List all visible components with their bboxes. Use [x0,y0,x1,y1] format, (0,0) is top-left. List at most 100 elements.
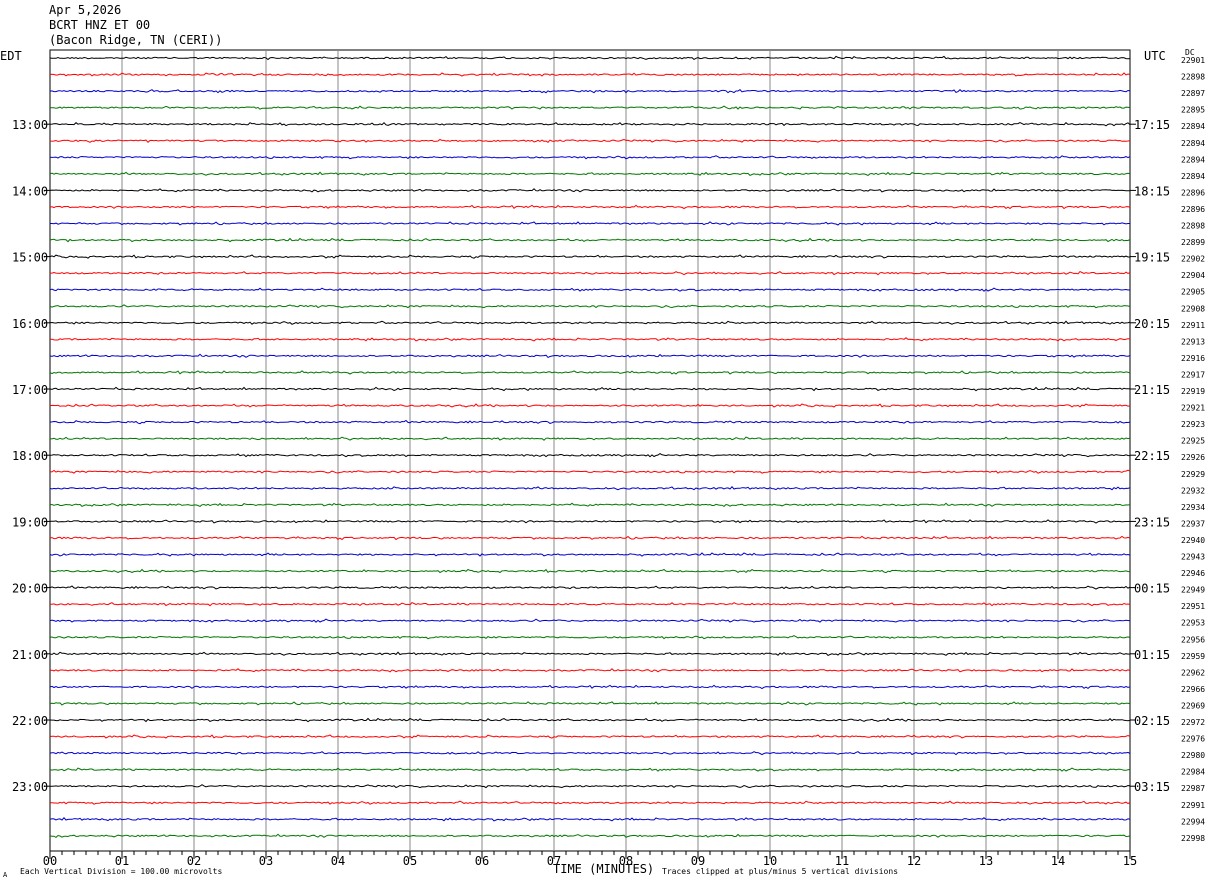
dc-offset-label: 22921 [1181,404,1205,413]
edt-hour-label: 16:00 [12,317,48,331]
dc-offset-label: 22949 [1181,586,1205,595]
dc-offset-label: 22894 [1181,155,1205,164]
dc-offset-label: 22916 [1181,354,1205,363]
x-tick-label: 09 [691,854,705,868]
utc-hour-label: 22:15 [1134,449,1170,463]
utc-hour-label: 17:15 [1134,118,1170,132]
helicorder-plot: 22901 22898 22897 22895 22894 22894 22894 22894… [12,49,1205,868]
seismic-trace [49,519,1131,524]
seismic-trace [49,436,1131,441]
edt-hour-label: 14:00 [12,184,48,198]
dc-offset-label: 22994 [1181,817,1205,826]
dc-offset-label: 22932 [1181,486,1205,495]
dc-offset-label: 22898 [1181,222,1205,231]
x-tick-label: 15 [1123,854,1137,868]
edt-hour-label: 15:00 [12,251,48,265]
dc-offset-label: 22943 [1181,553,1205,562]
dc-offset-label: 22929 [1181,470,1205,479]
dc-offset-label: 22951 [1181,602,1205,611]
edt-hour-label: 13:00 [12,118,48,132]
seismic-trace [49,684,1131,690]
dc-offset-label: 22894 [1181,139,1205,148]
seismic-trace [49,751,1131,756]
dc-offset-label: 22991 [1181,801,1205,810]
x-tick-label: 06 [475,854,489,868]
seismic-trace [49,833,1131,839]
seismic-trace [49,138,1131,144]
seismic-trace [49,353,1131,359]
seismic-trace [49,55,1131,61]
seismic-trace [49,717,1131,723]
seismic-trace [49,668,1131,673]
dc-offset-label: 22980 [1181,751,1205,760]
seismic-trace [49,337,1131,342]
x-tick-label: 05 [403,854,417,868]
seismic-trace [49,204,1131,210]
x-tick-label: 14 [1051,854,1065,868]
seismic-trace [49,618,1131,623]
dc-offset-label: 22902 [1181,255,1205,264]
dc-offset-label: 22894 [1181,172,1205,181]
seismic-trace [49,386,1131,392]
dc-offset-label: 22905 [1181,288,1205,297]
dc-offset-label: 22899 [1181,238,1205,247]
utc-hour-label: 18:15 [1134,184,1170,198]
edt-hour-label: 22:00 [12,714,48,728]
dc-offset-label: 22969 [1181,702,1205,711]
edt-hour-label: 20:00 [12,582,48,596]
dc-offset-label: 22953 [1181,619,1205,628]
clip-note: Traces clipped at plus/minus 5 vertical … [662,867,899,876]
seismic-trace [49,419,1131,425]
edt-hour-label: 21:00 [12,648,48,662]
utc-hour-label: 21:15 [1134,383,1170,397]
dc-offset-label: 22904 [1181,271,1205,280]
x-tick-label: 12 [907,854,921,868]
x-tick-label: 00 [43,854,57,868]
x-axis-label: TIME (MINUTES) [553,862,655,876]
plot-frame [49,49,1131,852]
dc-offset-label: 22956 [1181,635,1205,644]
dc-offset-label: 22898 [1181,73,1205,82]
seismic-trace [49,767,1131,772]
seismic-trace [49,453,1131,458]
dc-offset-label: 22911 [1181,321,1205,330]
seismic-trace [49,469,1131,474]
dc-offset-label: 22896 [1181,188,1205,197]
dc-offset-label: 22919 [1181,387,1205,396]
seismic-trace [49,502,1131,508]
seismic-trace [49,121,1131,127]
seismic-trace [49,155,1131,160]
utc-hour-label: 01:15 [1134,648,1170,662]
dc-offset-label: 22897 [1181,89,1205,98]
corner-mark: A [3,871,8,879]
x-tick-label: 01 [115,854,129,868]
seismic-trace [49,552,1131,557]
edt-hour-label: 18:00 [12,449,48,463]
seismic-trace [49,89,1131,94]
utc-hour-label: 00:15 [1134,582,1170,596]
dc-offset-label: 22962 [1181,668,1205,677]
utc-hour-label: 19:15 [1134,251,1170,265]
seismic-trace [49,105,1131,110]
edt-hour-label: 17:00 [12,383,48,397]
seismic-trace [50,800,1131,805]
utc-hour-label: 20:15 [1134,317,1170,331]
x-tick-label: 04 [331,854,345,868]
x-tick-label: 02 [187,854,201,868]
seismic-trace [49,701,1131,706]
dc-offset-label: 22926 [1181,453,1205,462]
dc-offset-label: 22940 [1181,536,1205,545]
utc-hour-label: 03:15 [1134,780,1170,794]
dc-offset-label: 22987 [1181,784,1205,793]
seismic-trace [49,601,1131,607]
seismic-trace [49,403,1131,408]
dc-offset-label: 22937 [1181,519,1205,528]
seismic-trace [49,370,1131,375]
dc-offset-label: 22908 [1181,304,1205,313]
dc-offset-label: 22917 [1181,370,1205,379]
seismic-trace [49,254,1130,259]
seismic-trace [49,535,1131,541]
dc-offset-label: 22895 [1181,106,1205,115]
seismic-trace [49,651,1131,656]
seismic-trace [49,635,1131,640]
